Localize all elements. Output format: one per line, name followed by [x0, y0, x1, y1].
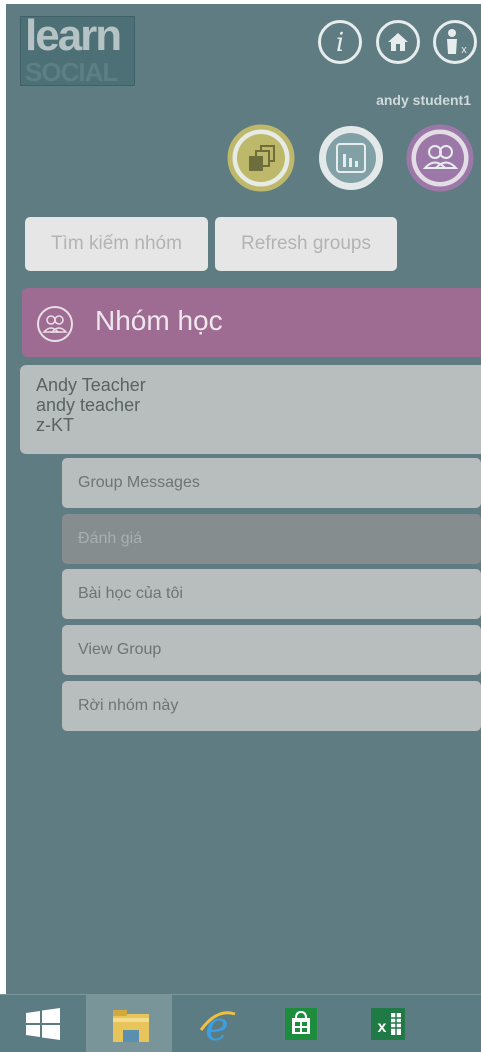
internet-explorer-icon[interactable]: e [172, 995, 258, 1052]
refresh-groups-button[interactable]: Refresh groups [215, 217, 397, 271]
search-groups-button[interactable]: Tìm kiếm nhóm [25, 217, 208, 271]
top-border [0, 0, 481, 4]
groups-header: Nhóm học [22, 288, 481, 357]
excel-icon[interactable]: x [344, 995, 430, 1052]
file-explorer-icon[interactable] [86, 995, 172, 1052]
svg-text:x: x [461, 44, 467, 56]
bar-chart-icon[interactable] [317, 124, 385, 192]
info-icon[interactable]: i [318, 20, 362, 64]
teacher-username: andy teacher [36, 395, 141, 415]
store-icon[interactable] [258, 995, 344, 1052]
group-header-icon [37, 306, 73, 342]
group-icon[interactable] [406, 124, 474, 192]
menu-view-group[interactable]: View Group [62, 625, 481, 675]
svg-text:x: x [378, 1019, 387, 1036]
taskbar: e x [0, 994, 481, 1052]
svg-text:e: e [205, 1004, 229, 1048]
group-card[interactable]: Andy Teacher andy teacher z-KT [20, 365, 481, 454]
user-remove-icon[interactable]: x [433, 20, 477, 64]
menu-evaluation[interactable]: Đánh giá [62, 514, 481, 564]
app-window: learn SOCIAL i x andy student1 Tìm kiếm … [0, 0, 481, 1052]
groups-title: Nhóm học [95, 305, 223, 336]
teacher-name: Andy Teacher [36, 375, 146, 395]
learnsocial-logo[interactable]: learn SOCIAL [20, 11, 135, 87]
svg-text:i: i [336, 28, 344, 58]
windows-start-icon[interactable] [0, 995, 86, 1052]
logo-social-text: SOCIAL [25, 57, 118, 87]
user-name: andy student1 [376, 92, 471, 108]
left-border [0, 0, 6, 994]
menu-my-lessons[interactable]: Bài học của tôi [62, 569, 481, 619]
logo-learn-text: learn [25, 11, 122, 60]
group-name: z-KT [36, 415, 74, 435]
menu-leave-group[interactable]: Rời nhóm này [62, 681, 481, 731]
stacked-documents-icon[interactable] [227, 124, 295, 192]
menu-group-messages[interactable]: Group Messages [62, 458, 481, 508]
home-icon[interactable] [376, 20, 420, 64]
